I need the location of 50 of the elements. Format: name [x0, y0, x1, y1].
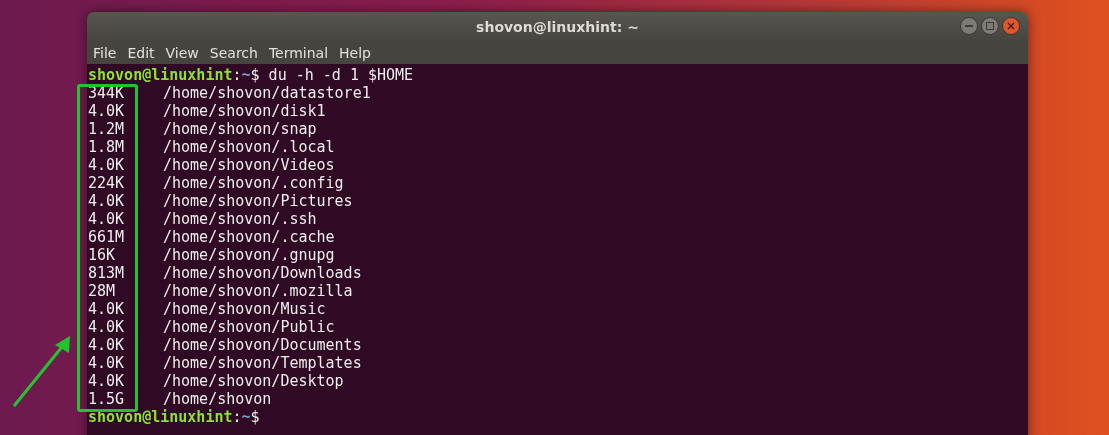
- window-title: shovon@linuxhint: ~: [476, 19, 639, 35]
- size-value: 661M: [88, 228, 126, 246]
- size-value: 4.0K: [88, 336, 126, 354]
- size-value: 4.0K: [88, 372, 126, 390]
- directory-path: /home/shovon/datastore1: [163, 84, 372, 102]
- directory-path: /home/shovon/.ssh: [163, 210, 318, 228]
- directory-path: /home/shovon/Public: [163, 318, 336, 336]
- menu-item[interactable]: File: [93, 45, 117, 61]
- minimize-icon: [965, 25, 973, 27]
- command-line: shovon@linuxhint:~$ du -h -d 1 $HOME: [88, 66, 415, 84]
- menu-item[interactable]: Search: [209, 45, 258, 61]
- directory-path: /home/shovon/.gnupg: [163, 246, 336, 264]
- size-value: 4.0K: [88, 102, 126, 120]
- directory-path: /home/shovon/.config: [163, 174, 345, 192]
- directory-path: /home/shovon/Templates: [163, 354, 363, 372]
- size-value: 4.0K: [88, 354, 126, 372]
- size-value: 813M: [88, 264, 126, 282]
- size-value: 16K: [88, 246, 117, 264]
- size-value: 1.8M: [88, 138, 126, 156]
- size-value: 28M: [88, 282, 117, 300]
- minimize-button[interactable]: [960, 17, 978, 35]
- directory-path: /home/shovon/Documents: [163, 336, 363, 354]
- directory-path: /home/shovon: [163, 390, 273, 408]
- maximize-button[interactable]: [981, 17, 999, 35]
- directory-path: /home/shovon/Desktop: [163, 372, 345, 390]
- command-line: shovon@linuxhint:~$: [88, 408, 261, 426]
- menu-item[interactable]: Edit: [127, 45, 155, 61]
- size-value: 4.0K: [88, 156, 126, 174]
- directory-path: /home/shovon/Videos: [163, 156, 336, 174]
- size-value: 4.0K: [88, 210, 126, 228]
- menu-item[interactable]: Terminal: [268, 45, 329, 61]
- size-value: 1.2M: [88, 120, 126, 138]
- directory-path: /home/shovon/Music: [163, 300, 327, 318]
- size-value: 4.0K: [88, 192, 126, 210]
- close-button[interactable]: [1002, 17, 1020, 35]
- directory-path: /home/shovon/.local: [163, 138, 336, 156]
- size-value: 4.0K: [88, 318, 126, 336]
- directory-path: /home/shovon/Downloads: [163, 264, 363, 282]
- menu-item[interactable]: Help: [339, 45, 371, 61]
- size-value: 1.5G: [88, 390, 126, 408]
- directory-path: /home/shovon/disk1: [163, 102, 327, 120]
- menu-item[interactable]: View: [165, 45, 199, 61]
- maximize-icon: [986, 22, 994, 30]
- close-icon: [1007, 22, 1015, 30]
- directory-path: /home/shovon/.cache: [163, 228, 336, 246]
- directory-path: /home/shovon/Pictures: [163, 192, 354, 210]
- directory-path: /home/shovon/.mozilla: [163, 282, 354, 300]
- size-value: 4.0K: [88, 300, 126, 318]
- size-value: 224K: [88, 174, 126, 192]
- directory-path: /home/shovon/snap: [163, 120, 318, 138]
